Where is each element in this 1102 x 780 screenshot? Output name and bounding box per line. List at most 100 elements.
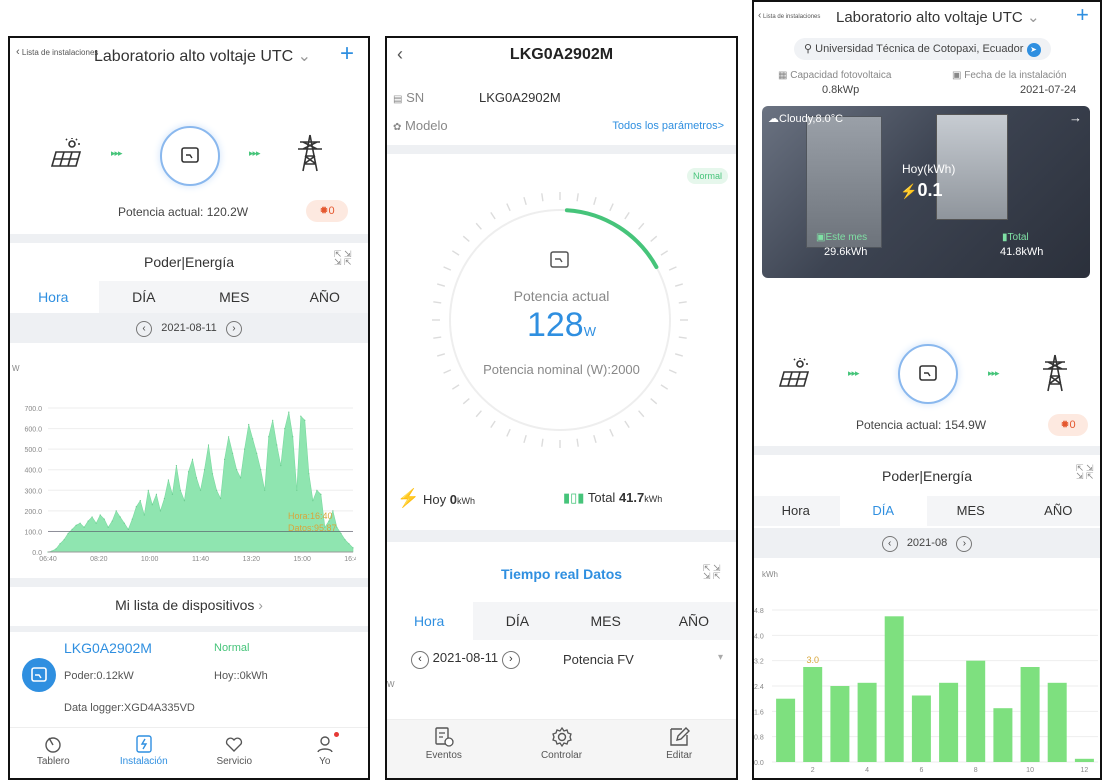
nav-yo[interactable]: Yo [280, 728, 371, 780]
x-tick-label: 10:00 [141, 556, 159, 563]
nav-servicio[interactable]: Servicio [189, 728, 280, 780]
data-point [191, 458, 194, 460]
nav-controlar[interactable]: Controlar [503, 720, 621, 780]
solar-panel-icon [778, 358, 812, 395]
y-tick-label: 0.8 [754, 735, 764, 742]
data-point [236, 469, 238, 471]
data-point [187, 471, 190, 473]
add-plus-icon[interactable]: + [1076, 2, 1089, 28]
data-point [195, 477, 198, 479]
data-point [87, 520, 89, 522]
data-point [155, 493, 157, 495]
chevron-right-icon: › [254, 597, 263, 613]
expand-icon[interactable]: ⇱ ⇲ ⇲ ⇱ [334, 250, 352, 267]
data-point [224, 458, 226, 460]
date-label[interactable]: 2021-08-11 [161, 322, 216, 334]
tab-dia[interactable]: DÍA [839, 496, 927, 526]
alarm-badge[interactable]: ✹0 [306, 200, 348, 222]
chart-unit: kWh [762, 570, 778, 579]
data-point [296, 489, 298, 491]
panel-icon: ▦ [778, 70, 788, 81]
prev-date-icon[interactable]: ‹ [411, 651, 429, 669]
device-list-link[interactable]: Mi lista de dispositivos › [8, 597, 370, 613]
tab-ano[interactable]: AÑO [650, 602, 738, 640]
tab-hora[interactable]: Hora [752, 496, 840, 526]
tab-dia[interactable]: DÍA [99, 281, 190, 313]
nav-tablero[interactable]: Tablero [8, 728, 99, 780]
data-point [159, 510, 161, 512]
gauge-tick [451, 384, 460, 390]
axis-unit: W [387, 680, 395, 689]
gauge-tick [436, 353, 446, 357]
gauge-tick [674, 283, 684, 287]
plant-title-dropdown[interactable]: Laboratorio alto voltaje UTC ⌄ [836, 8, 1040, 26]
next-date-icon[interactable]: › [501, 651, 520, 669]
month-value: 29.6kWh [824, 246, 868, 258]
prev-date-icon[interactable]: ‹ [136, 321, 153, 337]
inverter-icon[interactable] [160, 126, 220, 186]
energy-bar-chart: 0.0 0.8 1.6 2.4 3.2 4.0 4.8 3.0 2 4 6 8 10 12 [754, 608, 1098, 774]
tab-hora[interactable]: Hora [8, 281, 99, 313]
nav-instalacion[interactable]: Instalación [99, 728, 190, 780]
bar [776, 698, 796, 762]
prev-date-icon[interactable]: ‹ [881, 536, 898, 552]
arrow-right-icon[interactable]: → [1069, 110, 1082, 125]
data-point [131, 518, 133, 520]
model-icon: ✿ [393, 122, 402, 133]
notification-dot [333, 732, 339, 737]
device-logger: Data logger:XGD4A335VD [64, 702, 195, 714]
current-power-text: Potencia actual: 120.2W [118, 205, 249, 219]
data-point [163, 497, 165, 500]
data-point [252, 438, 254, 440]
gauge-tick [523, 434, 527, 444]
current-power-text: Potencia actual: 154.9W [856, 418, 987, 432]
gauge-tick [576, 193, 579, 202]
section-title: Poder|Energía [881, 468, 973, 484]
date-label[interactable]: 2021-08-11 [433, 650, 499, 665]
parameter-select[interactable]: Potencia FV ▾ [563, 652, 723, 667]
tab-ano[interactable]: AÑO [280, 281, 371, 313]
gauge-tick [668, 266, 677, 271]
data-point [75, 524, 77, 526]
data-point [179, 489, 181, 491]
photo-card[interactable]: ☁Cloudy,8.0°C → Hoy(kWh) ⚡0.1 ▣Este mes … [762, 106, 1090, 278]
nav-eventos[interactable]: Eventos [385, 720, 503, 780]
alarm-badge[interactable]: ✹0 [1048, 414, 1088, 436]
all-parameters-link[interactable]: Todos los parámetros> [612, 120, 724, 132]
tab-dia[interactable]: DÍA [473, 602, 561, 640]
gauge-tick [541, 438, 544, 447]
gauge-tick [490, 420, 496, 429]
cloud-icon: ☁ [768, 113, 779, 125]
back-button[interactable]: ‹ Lista de instalaciones [16, 46, 98, 58]
lightning-icon: ⚡ [397, 488, 420, 508]
back-button[interactable]: ‹ Lista de instalaciones [758, 10, 820, 21]
period-tabs: Hora DÍA MES AÑO [752, 496, 1102, 526]
section-title: Poder|Energía [143, 254, 235, 270]
data-point [59, 543, 61, 545]
nav-editar[interactable]: Editar [620, 720, 738, 780]
y-tick-label: 1.6 [754, 709, 764, 716]
tab-mes[interactable]: MES [927, 496, 1015, 526]
y-tick-label: 400.0 [24, 468, 42, 475]
plant-title-dropdown[interactable]: Laboratorio alto voltaje UTC ⌄ [94, 46, 311, 66]
tab-ano[interactable]: AÑO [1015, 496, 1102, 526]
total-energy: ▮▯▮ Total 41.7kWh [563, 490, 663, 505]
tab-mes[interactable]: MES [189, 281, 280, 313]
next-date-icon[interactable]: › [956, 536, 973, 552]
chevron-down-icon: ⌄ [297, 48, 312, 65]
date-label[interactable]: 2021-08 [907, 537, 947, 549]
device-card[interactable]: LKG0A2902M Normal Poder:0.12kW Hoy::0kWh… [8, 632, 370, 728]
y-tick-label: 700.0 [24, 406, 42, 413]
add-plus-icon[interactable]: + [340, 40, 354, 68]
data-point [316, 489, 318, 491]
expand-icon[interactable]: ⇱ ⇲ ⇲ ⇱ [703, 564, 721, 581]
data-point [344, 539, 346, 541]
barcode-icon: ▤ [393, 94, 403, 105]
inverter-icon[interactable] [898, 344, 958, 404]
next-date-icon[interactable]: › [225, 321, 242, 337]
tab-hora[interactable]: Hora [385, 602, 474, 640]
expand-icon[interactable]: ⇱ ⇲ ⇲ ⇱ [1076, 464, 1094, 481]
location-pill[interactable]: ⚲ Universidad Técnica de Cotopaxi, Ecuad… [794, 38, 1051, 60]
x-tick-label: 10 [1026, 767, 1034, 774]
tab-mes[interactable]: MES [562, 602, 650, 640]
